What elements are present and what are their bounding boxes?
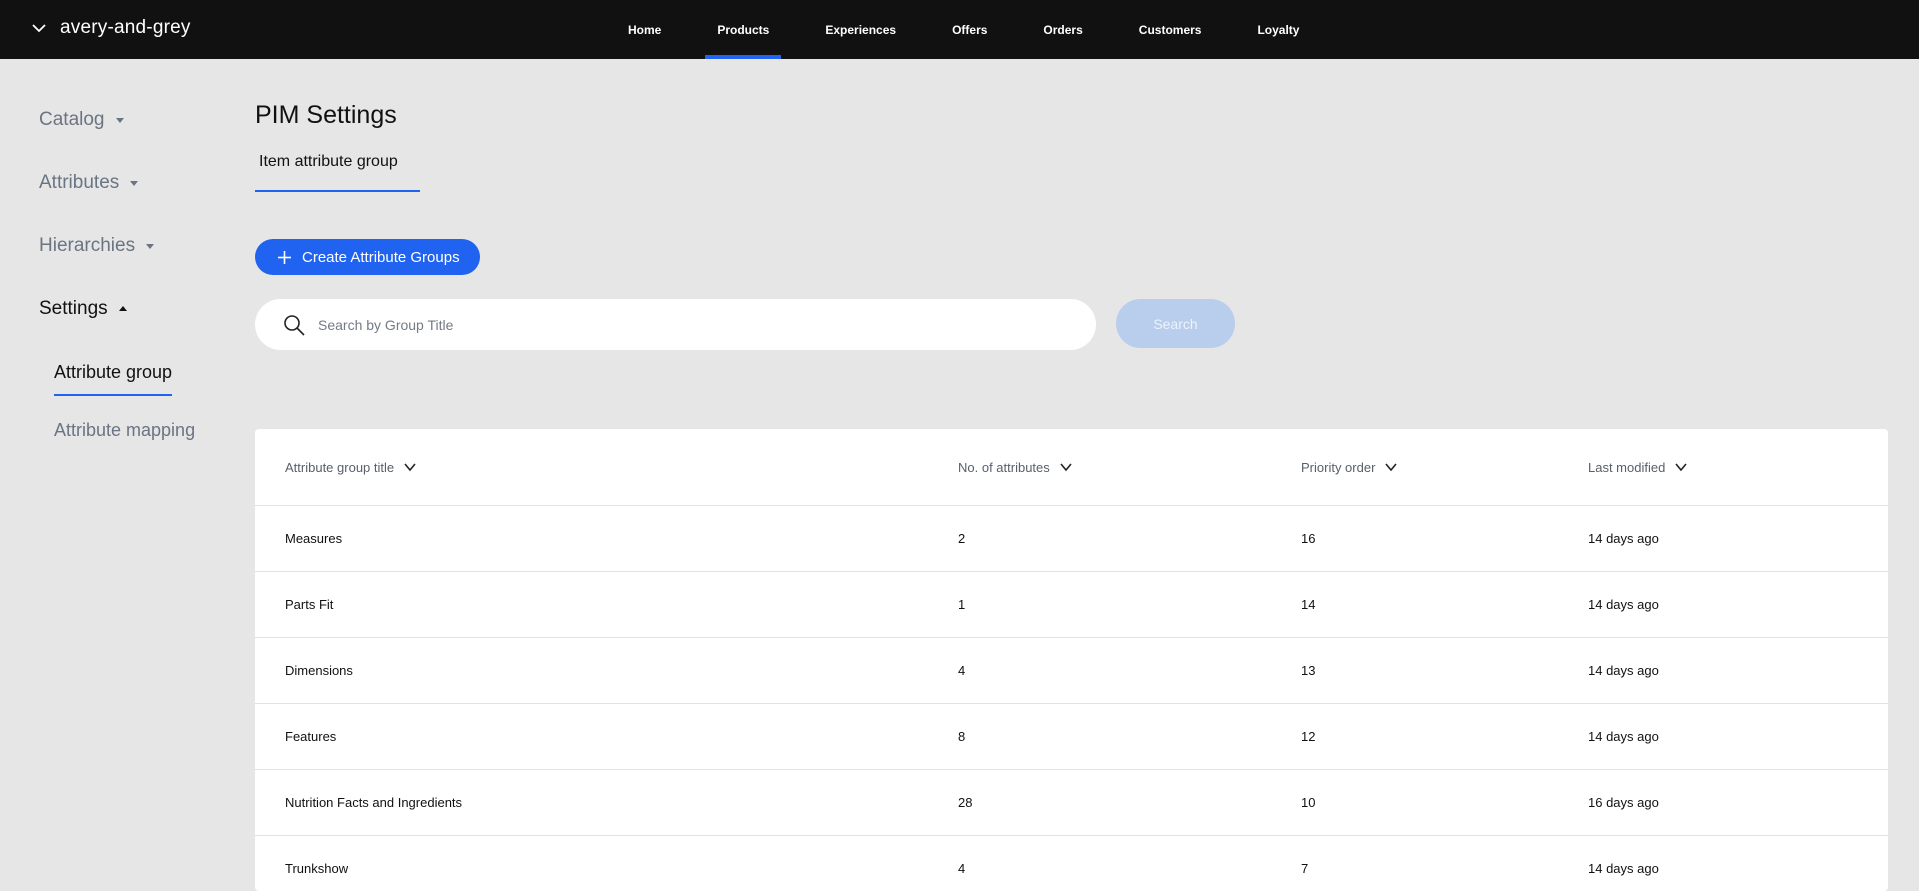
attribute-groups-table: Attribute group title No. of attributes … (255, 429, 1888, 891)
table-header: Attribute group title No. of attributes … (255, 429, 1888, 506)
table-row[interactable]: Trunkshow 4 7 14 days ago (255, 836, 1888, 891)
nav-offers[interactable]: Offers (924, 0, 1015, 59)
column-header-label: Priority order (1301, 459, 1376, 475)
sidebar-group-label: Hierarchies (39, 235, 136, 256)
search-icon (284, 314, 305, 336)
cell-priority: 13 (1301, 663, 1316, 678)
nav-products[interactable]: Products (689, 0, 797, 59)
table-row[interactable]: Measures 2 16 14 days ago (255, 506, 1888, 572)
cell-count: 4 (958, 663, 966, 678)
nav-experiences[interactable]: Experiences (797, 0, 924, 59)
nav-home[interactable]: Home (600, 0, 689, 59)
sidebar-item-attribute-mapping[interactable]: Attribute mapping (54, 410, 195, 450)
org-switcher[interactable]: avery-and-grey (30, 17, 191, 39)
sidebar-group-attributes[interactable]: Attributes (39, 163, 229, 203)
sidebar-group-settings[interactable]: Settings (39, 289, 229, 329)
plus-icon (278, 250, 291, 264)
caret-down-icon (146, 244, 155, 249)
sidebar-group-label: Settings (39, 298, 108, 319)
tab-item-attribute-group[interactable]: Item attribute group (255, 153, 420, 192)
cell-count: 4 (958, 861, 966, 876)
sidebar-group-label: Attributes (39, 172, 120, 193)
cell-title: Dimensions (285, 663, 353, 678)
cell-priority: 10 (1301, 795, 1316, 810)
column-header-modified[interactable]: Last modified (1588, 459, 1689, 475)
nav-orders[interactable]: Orders (1015, 0, 1110, 59)
search-input[interactable] (318, 316, 1078, 333)
sort-chevron-icon (1385, 463, 1398, 472)
caret-down-icon (115, 118, 124, 123)
table-row[interactable]: Nutrition Facts and Ingredients 28 10 16… (255, 770, 1888, 836)
search-button[interactable]: Search (1116, 299, 1235, 348)
chevron-down-icon (32, 24, 46, 33)
caret-down-icon (130, 181, 139, 186)
cell-priority: 14 (1301, 597, 1316, 612)
create-attribute-groups-button[interactable]: Create Attribute Groups (255, 239, 480, 275)
cell-count: 28 (958, 795, 973, 810)
search-box (255, 299, 1096, 350)
cell-modified: 14 days ago (1588, 729, 1659, 744)
table-row[interactable]: Parts Fit 1 14 14 days ago (255, 572, 1888, 638)
cell-title: Nutrition Facts and Ingredients (285, 795, 463, 810)
cell-title: Measures (285, 531, 343, 546)
settings-submenu: Attribute group Attribute mapping (39, 352, 229, 468)
column-header-priority[interactable]: Priority order (1301, 459, 1399, 475)
nav-loyalty[interactable]: Loyalty (1229, 0, 1327, 59)
cell-count: 2 (958, 531, 966, 546)
column-header-label: No. of attributes (958, 459, 1050, 475)
create-button-label: Create Attribute Groups (302, 248, 460, 266)
table-row[interactable]: Dimensions 4 13 14 days ago (255, 638, 1888, 704)
cell-priority: 7 (1301, 861, 1309, 876)
sort-chevron-icon (1675, 463, 1687, 472)
cell-modified: 14 days ago (1588, 861, 1659, 876)
sidebar-group-hierarchies[interactable]: Hierarchies (39, 226, 229, 266)
sidebar-group-catalog[interactable]: Catalog (39, 100, 229, 140)
nav-customers[interactable]: Customers (1111, 0, 1230, 59)
top-navigation-bar: avery-and-grey Home Products Experiences… (0, 0, 1919, 59)
org-name: avery-and-grey (60, 17, 191, 38)
caret-up-icon (118, 306, 127, 311)
sidebar-item-attribute-group[interactable]: Attribute group (54, 352, 173, 396)
sort-chevron-icon (404, 463, 416, 472)
column-header-label: Attribute group title (285, 459, 395, 475)
cell-modified: 14 days ago (1588, 597, 1659, 612)
cell-priority: 12 (1301, 729, 1316, 744)
sidebar: Catalog Attributes Hierarchies Settings … (39, 100, 229, 468)
column-header-label: Last modified (1588, 459, 1666, 475)
cell-modified: 14 days ago (1588, 531, 1659, 546)
column-header-title[interactable]: Attribute group title (285, 459, 418, 475)
cell-title: Parts Fit (285, 597, 334, 612)
cell-priority: 16 (1301, 531, 1316, 546)
cell-title: Trunkshow (285, 861, 349, 876)
cell-count: 8 (958, 729, 966, 744)
cell-count: 1 (958, 597, 966, 612)
cell-title: Features (285, 729, 337, 744)
main-nav: Home Products Experiences Offers Orders … (600, 0, 1327, 59)
page-title: PIM Settings (255, 101, 397, 129)
table-row[interactable]: Features 8 12 14 days ago (255, 704, 1888, 770)
sidebar-group-label: Catalog (39, 109, 105, 130)
sort-chevron-icon (1060, 463, 1072, 472)
column-header-count[interactable]: No. of attributes (958, 459, 1074, 475)
cell-modified: 16 days ago (1588, 795, 1659, 810)
cell-modified: 14 days ago (1588, 663, 1659, 678)
